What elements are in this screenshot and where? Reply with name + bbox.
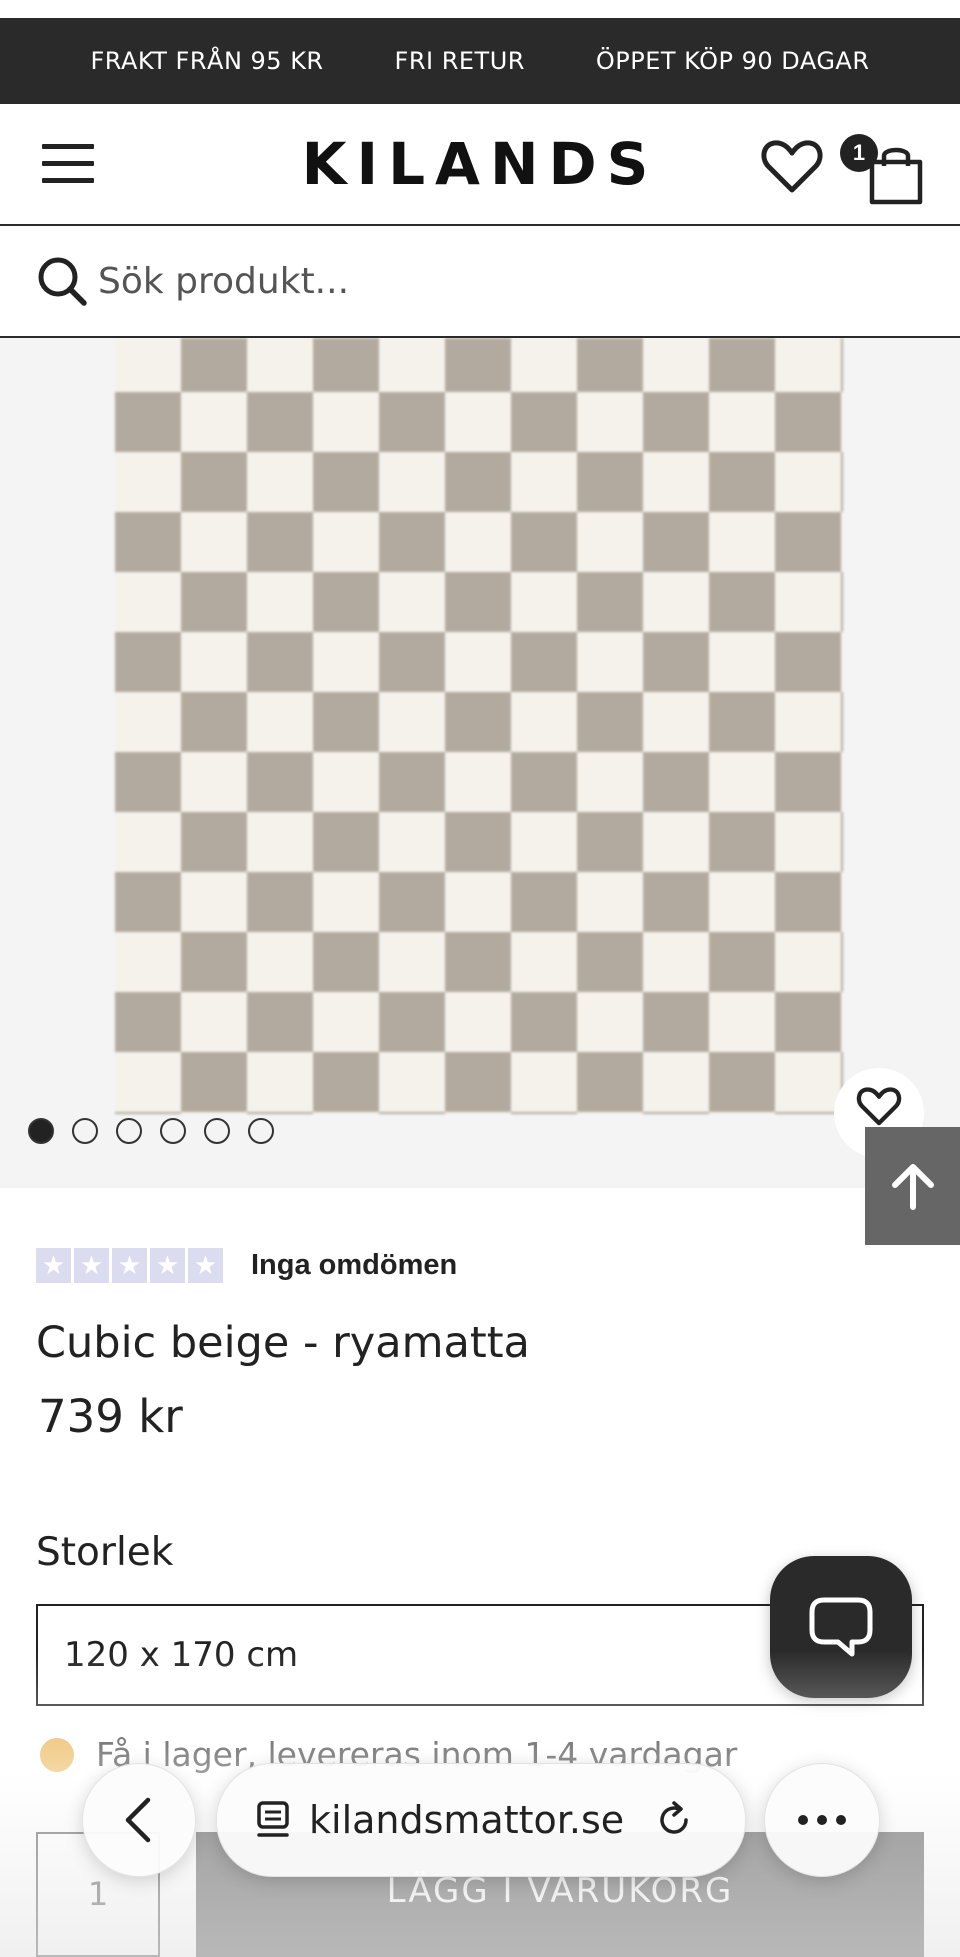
browser-address-bar[interactable]: kilandsmattor.se [216,1763,746,1877]
chat-bubble-icon [809,1597,873,1657]
reload-icon[interactable] [654,1800,694,1840]
size-selected-value: 120 x 170 cm [64,1635,299,1675]
gallery-dot[interactable] [116,1118,142,1144]
product-price: 739 kr [38,1390,183,1443]
page-settings-icon[interactable] [255,1800,291,1840]
browser-more-button[interactable] [764,1763,880,1877]
star-icon: ★ [36,1248,71,1283]
gallery-dot[interactable] [28,1118,54,1144]
rating-stars: ★ ★ ★ ★ ★ [36,1248,223,1283]
promo-shipping: FRAKT FRÅN 95 KR [90,47,324,75]
star-icon: ★ [74,1248,109,1283]
promo-free-return: FRI RETUR [394,47,525,75]
gallery-pagination [28,1118,274,1144]
search-input[interactable] [96,259,880,303]
product-title: Cubic beige - ryamatta [36,1318,530,1368]
stock-indicator [40,1737,74,1772]
status-strip [0,0,960,18]
gallery-dot[interactable] [160,1118,186,1144]
arrow-up-icon [891,1164,934,1210]
browser-back-button[interactable] [82,1763,196,1877]
cart-count-badge: 1 [840,134,878,172]
browser-url: kilandsmattor.se [309,1798,625,1842]
cart-button[interactable]: 1 [840,128,930,208]
gallery-dot[interactable] [204,1118,230,1144]
gallery-dot[interactable] [72,1118,98,1144]
rating-text: Inga omdömen [251,1249,458,1281]
chevron-left-icon [125,1797,151,1843]
product-rating[interactable]: ★ ★ ★ ★ ★ Inga omdömen [36,1248,457,1283]
site-header: KILANDS 1 [0,104,960,226]
size-label: Storlek [36,1530,174,1575]
chat-button[interactable] [770,1556,912,1698]
scroll-to-top-button[interactable] [865,1127,960,1245]
search-bar [0,226,960,338]
wishlist-heart-icon[interactable] [760,134,824,198]
star-icon: ★ [188,1248,223,1283]
product-image [115,338,843,1114]
promo-open-purchase: ÖPPET KÖP 90 DAGAR [595,47,870,75]
star-icon: ★ [112,1248,147,1283]
star-icon: ★ [150,1248,185,1283]
promo-bar: FRAKT FRÅN 95 KR FRI RETUR ÖPPET KÖP 90 … [0,18,960,104]
more-options-icon [798,1815,846,1825]
gallery-dot[interactable] [248,1118,274,1144]
product-image-gallery[interactable] [0,338,960,1188]
search-icon[interactable] [36,255,88,307]
